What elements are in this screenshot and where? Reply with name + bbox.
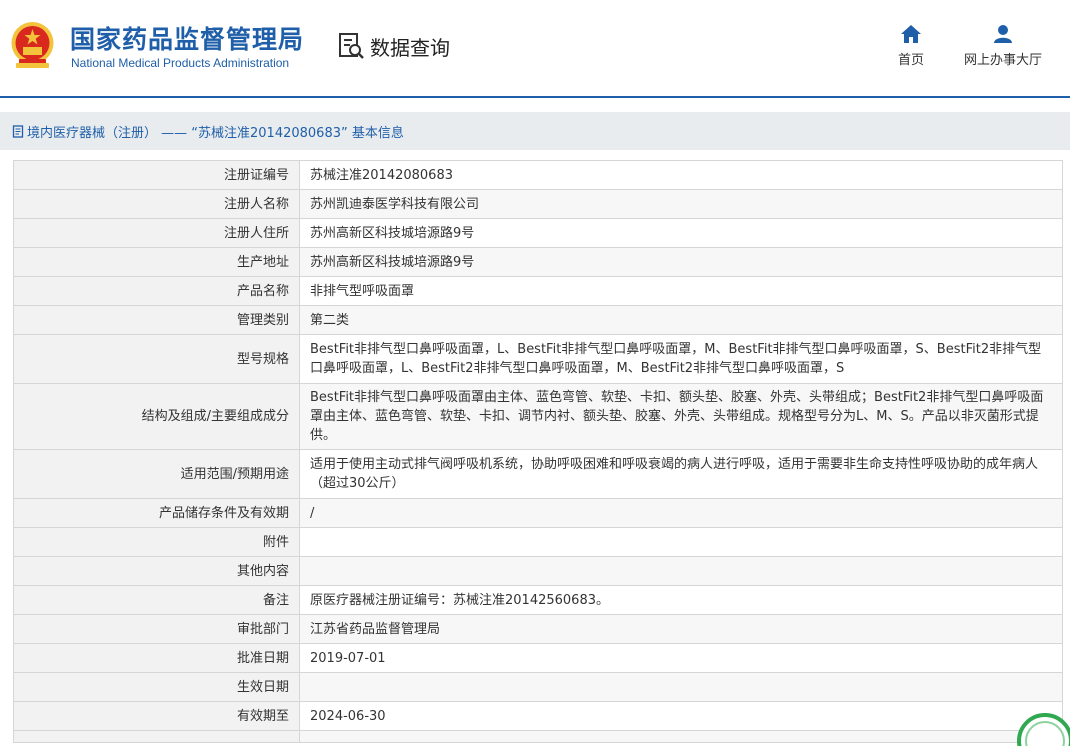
home-icon <box>901 25 921 43</box>
field-label: 适用范围/预期用途 <box>13 449 300 499</box>
field-label: 产品名称 <box>13 276 300 306</box>
table-row: 结构及组成/主要组成成分 BestFit非排气型口鼻呼吸面罩由主体、蓝色弯管、软… <box>13 383 1063 450</box>
data-query-label: 数据查询 <box>370 35 450 60</box>
breadcrumb-text[interactable]: 境内医疗器械（注册） —— “苏械注准20142080683” 基本信息 <box>27 122 404 141</box>
field-value: 苏械注准20142080683 <box>299 160 1063 190</box>
national-emblem-icon <box>11 22 54 68</box>
table-row: 产品名称 非排气型呼吸面罩 <box>13 276 1063 306</box>
table-row: 型号规格 BestFit非排气型口鼻呼吸面罩，L、BestFit非排气型口鼻呼吸… <box>13 334 1063 384</box>
field-value <box>299 730 1063 743</box>
field-label: 生产地址 <box>13 247 300 277</box>
field-value: 苏州高新区科技城培源路9号 <box>299 218 1063 248</box>
field-label: 其他内容 <box>13 556 300 586</box>
field-label: 有效期至 <box>13 701 300 731</box>
field-label: 附件 <box>13 527 300 557</box>
field-label: 批准日期 <box>13 643 300 673</box>
table-row: 其他内容 <box>13 556 1063 586</box>
field-value: 江苏省药品监督管理局 <box>299 614 1063 644</box>
field-label: 注册人名称 <box>13 189 300 219</box>
field-label: 产品储存条件及有效期 <box>13 498 300 528</box>
field-label: 型号规格 <box>13 334 300 384</box>
table-row: 产品储存条件及有效期 / <box>13 498 1063 528</box>
site-header: 国家药品监督管理局 National Medical Products Admi… <box>0 0 1070 98</box>
field-value <box>299 556 1063 586</box>
floating-widget-icon[interactable] <box>1010 706 1070 746</box>
field-value: 苏州凯迪泰医学科技有限公司 <box>299 189 1063 219</box>
field-label: 注册证编号 <box>13 160 300 190</box>
breadcrumb: 境内医疗器械（注册） —— “苏械注准20142080683” 基本信息 <box>0 112 1070 150</box>
table-row <box>13 730 1063 743</box>
nav-online-hall[interactable]: 网上办事大厅 <box>960 24 1046 68</box>
field-value: 第二类 <box>299 305 1063 335</box>
table-row: 生效日期 <box>13 672 1063 702</box>
field-label: 生效日期 <box>13 672 300 702</box>
table-row: 备注 原医疗器械注册证编号：苏械注准20142560683。 <box>13 585 1063 615</box>
field-value: BestFit非排气型口鼻呼吸面罩，L、BestFit非排气型口鼻呼吸面罩，M、… <box>299 334 1063 384</box>
field-label: 备注 <box>13 585 300 615</box>
nav-home-label: 首页 <box>897 53 924 68</box>
table-row: 有效期至 2024-06-30 <box>13 701 1063 731</box>
field-label: 注册人住所 <box>13 218 300 248</box>
brand-name-en[interactable]: National Medical Products Administration <box>71 56 289 70</box>
field-label: 管理类别 <box>13 305 300 335</box>
field-value: 2024-06-30 <box>299 701 1063 731</box>
document-search-icon <box>339 33 364 59</box>
field-value: / <box>299 498 1063 528</box>
field-value: 非排气型呼吸面罩 <box>299 276 1063 306</box>
field-value: BestFit非排气型口鼻呼吸面罩由主体、蓝色弯管、软垫、卡扣、额头垫、胶塞、外… <box>299 383 1063 450</box>
table-row: 注册证编号 苏械注准20142080683 <box>13 160 1063 190</box>
field-label <box>13 730 300 743</box>
document-icon <box>12 124 24 138</box>
detail-table: 注册证编号 苏械注准20142080683 注册人名称 苏州凯迪泰医学科技有限公… <box>13 160 1063 743</box>
field-value <box>299 672 1063 702</box>
field-value <box>299 527 1063 557</box>
table-row: 批准日期 2019-07-01 <box>13 643 1063 673</box>
nav-home[interactable]: 首页 <box>891 24 931 68</box>
field-label: 审批部门 <box>13 614 300 644</box>
data-query-link[interactable]: 数据查询 <box>338 30 450 62</box>
table-row: 适用范围/预期用途 适用于使用主动式排气阀呼吸机系统，协助呼吸困难和呼吸衰竭的病… <box>13 449 1063 499</box>
table-row: 生产地址 苏州高新区科技城培源路9号 <box>13 247 1063 277</box>
table-row: 注册人住所 苏州高新区科技城培源路9号 <box>13 218 1063 248</box>
table-row: 管理类别 第二类 <box>13 305 1063 335</box>
field-value: 适用于使用主动式排气阀呼吸机系统，协助呼吸困难和呼吸衰竭的病人进行呼吸，适用于需… <box>299 449 1063 499</box>
table-row: 附件 <box>13 527 1063 557</box>
nav-online-hall-label: 网上办事大厅 <box>963 53 1042 68</box>
field-value: 原医疗器械注册证编号：苏械注准20142560683。 <box>299 585 1063 615</box>
field-label: 结构及组成/主要组成成分 <box>13 383 300 450</box>
table-row: 注册人名称 苏州凯迪泰医学科技有限公司 <box>13 189 1063 219</box>
field-value: 苏州高新区科技城培源路9号 <box>299 247 1063 277</box>
table-row: 审批部门 江苏省药品监督管理局 <box>13 614 1063 644</box>
brand-name-cn[interactable]: 国家药品监督管理局 <box>70 20 304 56</box>
field-value: 2019-07-01 <box>299 643 1063 673</box>
user-icon <box>994 25 1012 43</box>
